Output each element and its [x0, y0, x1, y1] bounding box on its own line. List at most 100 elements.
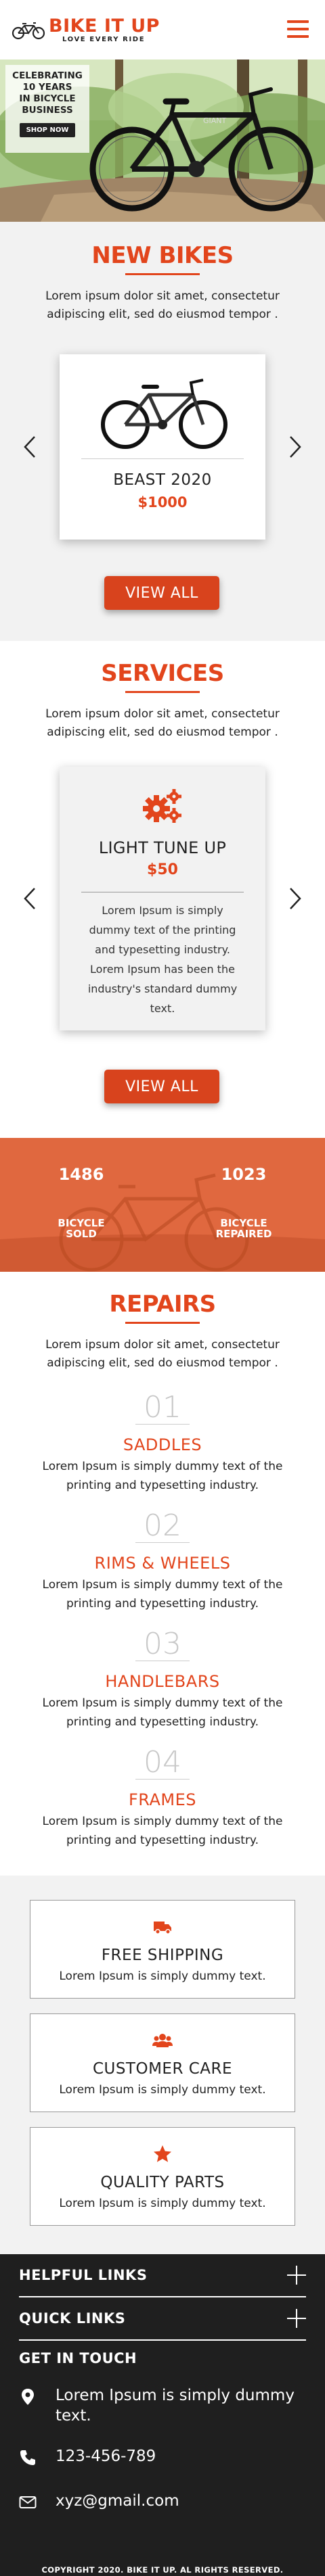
carousel-next-button[interactable] [288, 435, 302, 458]
hero-line-2: 10 YEARS [22, 82, 72, 93]
plus-icon [287, 2266, 306, 2285]
services-next-button[interactable] [288, 887, 302, 910]
service-description: Lorem Ipsum is simply dummy text of the … [87, 904, 238, 1015]
hero-bicycle-image: GIANT [89, 87, 313, 212]
map-pin-icon [22, 2389, 34, 2405]
hero-line-4: BUSINESS [22, 105, 73, 116]
chevron-left-icon [24, 888, 35, 909]
star-icon [154, 2145, 171, 2162]
brand-name: BIKE IT UP [49, 15, 160, 37]
bike-logo-icon [12, 22, 45, 40]
phone-icon [20, 2450, 35, 2465]
bicycles-sold-stat: 1486 BICYCLE SOLD [41, 1165, 122, 1239]
feature-free-shipping: FREE SHIPPING Lorem Ipsum is simply dumm… [30, 1900, 295, 1999]
stats-banner: 1486 BICYCLE SOLD 1023 BICYCLE REPAIRED [0, 1138, 325, 1272]
repair-number: 03 [144, 1627, 181, 1661]
contact-address: Lorem Ipsum is simply dummy text. [19, 2385, 306, 2426]
title-underline [125, 1322, 200, 1324]
view-all-services-button[interactable]: VIEW ALL [104, 1070, 219, 1103]
repair-name: HANDLEBARS [105, 1672, 220, 1691]
hamburger-menu-icon[interactable] [287, 20, 309, 38]
bicycles-sold-label-1: BICYCLE [58, 1217, 105, 1229]
repair-item-handlebars: 03 HANDLEBARS Lorem Ipsum is simply dumm… [0, 1628, 325, 1732]
repair-number: 01 [144, 1390, 181, 1425]
features-section: FREE SHIPPING Lorem Ipsum is simply dumm… [0, 1876, 325, 2254]
title-underline [125, 273, 200, 275]
hero-line-3: IN BICYCLE [19, 93, 76, 104]
new-bikes-section: NEW BIKES Lorem ipsum dolor sit amet, co… [0, 222, 325, 641]
service-card[interactable]: LIGHT TUNE UP $50 Lorem Ipsum is simply … [60, 767, 265, 1030]
repair-description: Lorem Ipsum is simply dummy text of the … [42, 1815, 283, 1847]
repairs-title: REPAIRS [109, 1291, 216, 1318]
svg-text:GIANT: GIANT [203, 116, 227, 125]
services-title: SERVICES [101, 660, 224, 687]
copyright-text: COPYRIGHT 2020. BIKE IT UP. AL RIGHTS RE… [41, 2565, 284, 2575]
repairs-lead: Lorem ipsum dolor sit amet, consectetur … [45, 1338, 280, 1370]
hero-promo-card: CELEBRATING 10 YEARS IN BICYCLE BUSINESS… [5, 65, 89, 153]
quick-links-label: QUICK LINKS [19, 2310, 126, 2327]
bicycles-sold-count: 1486 [58, 1165, 104, 1184]
bicycles-sold-label-2: SOLD [66, 1228, 97, 1240]
view-all-bikes-button[interactable]: VIEW ALL [104, 576, 219, 610]
brand-tagline: LOVE EVERY RIDE [62, 35, 146, 43]
logo[interactable]: BIKE IT UP LOVE EVERY RIDE [11, 15, 160, 43]
services-section: SERVICES Lorem ipsum dolor sit amet, con… [0, 641, 325, 1138]
bicycles-repaired-label-2: REPAIRED [215, 1228, 272, 1240]
address-text: Lorem Ipsum is simply dummy text. [56, 2387, 295, 2425]
service-price: $50 [147, 861, 178, 878]
carousel-prev-button[interactable] [23, 435, 37, 458]
repairs-section: REPAIRS Lorem ipsum dolor sit amet, cons… [0, 1272, 325, 1876]
plus-icon [287, 2309, 306, 2328]
bicycles-repaired-stat: 1023 BICYCLE REPAIRED [203, 1165, 284, 1239]
new-bikes-title: NEW BIKES [91, 242, 234, 269]
truck-icon [154, 1922, 171, 1934]
repair-description: Lorem Ipsum is simply dummy text of the … [42, 1460, 283, 1492]
new-bikes-lead: Lorem ipsum dolor sit amet, consectetur … [45, 289, 280, 321]
feature-customer-care: CUSTOMER CARE Lorem Ipsum is simply dumm… [30, 2013, 295, 2112]
product-card[interactable]: BEAST 2020 $1000 [60, 354, 265, 540]
get-in-touch-heading: GET IN TOUCH [19, 2350, 137, 2366]
repair-item-saddles: 01 SADDLES Lorem Ipsum is simply dummy t… [0, 1391, 325, 1495]
bicycles-repaired-count: 1023 [221, 1165, 267, 1184]
contact-email[interactable]: xyz@gmail.com [19, 2491, 306, 2511]
title-underline [125, 691, 200, 693]
repair-description: Lorem Ipsum is simply dummy text of the … [42, 1578, 283, 1611]
feature-title: CUSTOMER CARE [92, 2060, 233, 2078]
services-lead: Lorem ipsum dolor sit amet, consectetur … [45, 707, 280, 739]
repair-item-frames: 04 FRAMES Lorem Ipsum is simply dummy te… [0, 1746, 325, 1850]
helpful-links-accordion[interactable]: HELPFUL LINKS [19, 2254, 306, 2297]
chevron-right-icon [290, 436, 301, 458]
site-footer: HELPFUL LINKS QUICK LINKS GET IN TOUCH L… [0, 2254, 325, 2576]
hero-line-1: CELEBRATING [12, 70, 83, 81]
repair-name: RIMS & WHEELS [94, 1554, 231, 1573]
shop-now-button[interactable]: SHOP NOW [19, 123, 76, 137]
hero-banner: CELEBRATING 10 YEARS IN BICYCLE BUSINESS… [0, 59, 325, 222]
feature-description: Lorem Ipsum is simply dummy text. [59, 2083, 266, 2097]
product-bicycle-image [101, 379, 228, 449]
repair-number: 04 [144, 1745, 181, 1780]
envelope-icon [19, 2496, 37, 2508]
site-header: BIKE IT UP LOVE EVERY RIDE [0, 0, 325, 59]
gears-icon [143, 789, 181, 823]
quick-links-accordion[interactable]: QUICK LINKS [19, 2297, 306, 2341]
helpful-links-label: HELPFUL LINKS [19, 2267, 148, 2283]
services-prev-button[interactable] [23, 887, 37, 910]
contact-phone[interactable]: 123-456-789 [19, 2446, 306, 2466]
repair-name: FRAMES [128, 1790, 197, 1809]
repair-name: SADDLES [123, 1435, 202, 1454]
feature-quality-parts: QUALITY PARTS Lorem Ipsum is simply dumm… [30, 2127, 295, 2226]
page: BIKE IT UP LOVE EVERY RIDE CELEBRATING 1… [0, 0, 325, 2576]
email-text: xyz@gmail.com [56, 2492, 179, 2510]
repair-description: Lorem Ipsum is simply dummy text of the … [42, 1696, 283, 1729]
feature-title: FREE SHIPPING [101, 1947, 224, 1964]
feature-description: Lorem Ipsum is simply dummy text. [59, 1970, 266, 1983]
bicycles-repaired-label-1: BICYCLE [220, 1217, 267, 1229]
feature-title: QUALITY PARTS [100, 2174, 225, 2191]
card-divider [81, 458, 244, 459]
users-icon [152, 2034, 173, 2047]
feature-description: Lorem Ipsum is simply dummy text. [59, 2197, 266, 2210]
chevron-right-icon [290, 888, 301, 909]
product-name: BEAST 2020 [113, 471, 212, 489]
repair-number: 02 [144, 1508, 181, 1543]
chevron-left-icon [24, 436, 35, 458]
